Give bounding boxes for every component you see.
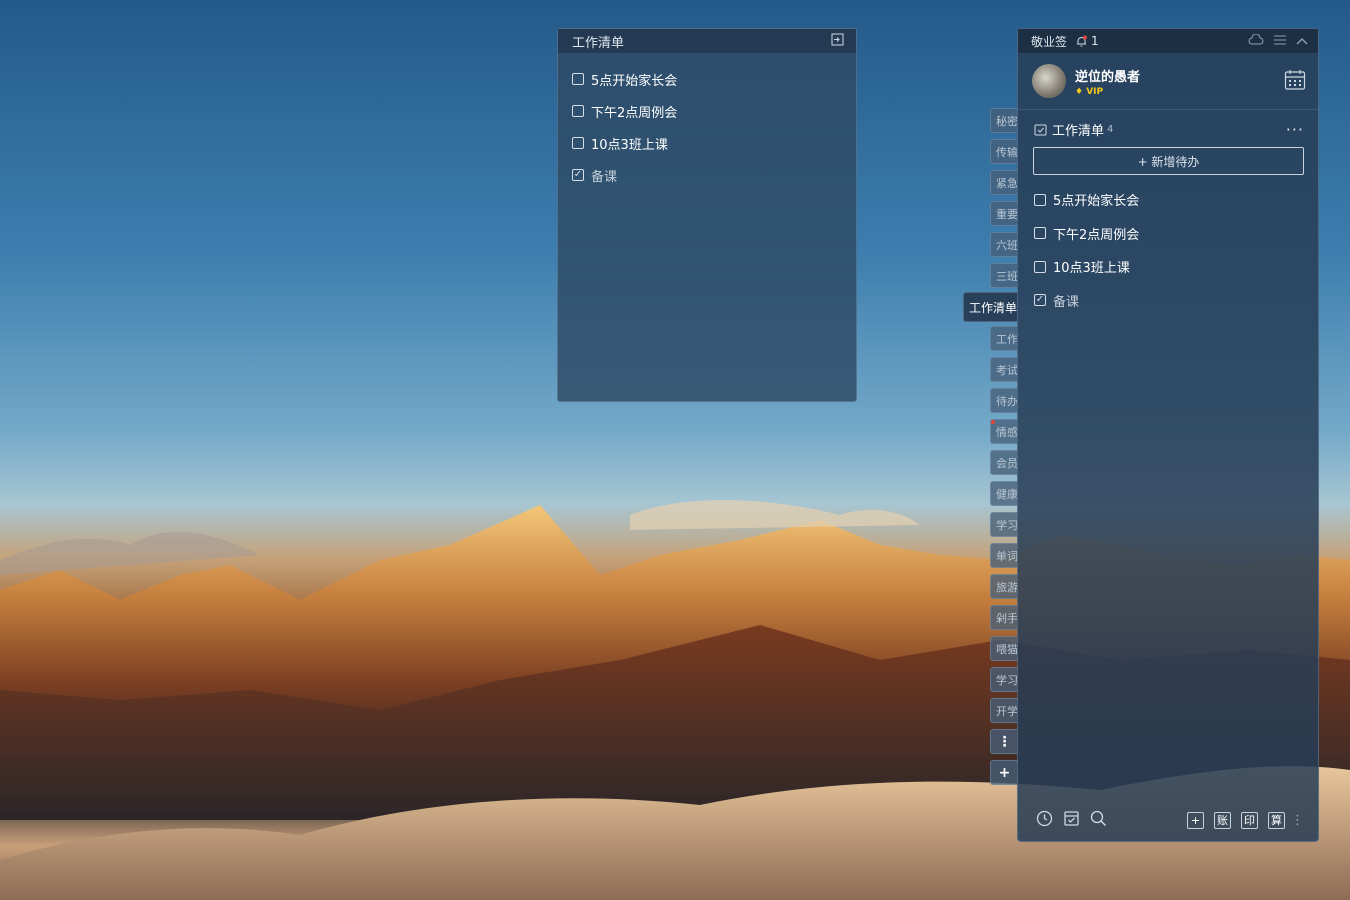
menu-icon[interactable] [1274,34,1286,48]
exit-icon[interactable] [831,33,844,50]
note-widget[interactable]: 工作清单 5点开始家长会 下午2点周例会 10点3班上课 ✓ 备课 [557,28,857,402]
note-todo-item[interactable]: 10点3班上课 [572,127,842,159]
tab-label: 情感 [996,426,1018,439]
avatar[interactable] [1032,64,1066,98]
tab-lvyou[interactable]: 旅游 [990,574,1018,599]
todo-text: 备课 [591,169,618,185]
list-title: 工作清单 [1052,124,1105,139]
ledger-button[interactable]: 账 [1214,811,1231,829]
tab-xuexi[interactable]: 学习 [990,512,1018,537]
diamond-icon: ♦ [1075,86,1084,97]
more-horizontal-icon[interactable]: ··· [1286,120,1304,139]
note-todo-item[interactable]: ✓ 备课 [572,159,842,191]
tab-gongzuo[interactable]: 工作 [990,326,1018,351]
checkbox-checked[interactable]: ✓ [1034,294,1046,307]
search-icon[interactable] [1090,810,1107,831]
todo-item[interactable]: 下午2点周例会 [1034,217,1302,251]
tab-huiyuan[interactable]: 会员 [990,450,1018,475]
tab-qinggan[interactable]: 情感 [990,419,1018,444]
note-todo-item[interactable]: 下午2点周例会 [572,95,842,127]
checkbox[interactable] [572,105,584,117]
panel-todo-list: 5点开始家长会 下午2点周例会 10点3班上课 ✓ 备课 [1018,183,1318,317]
note-header[interactable]: 工作清单 [558,29,856,53]
todo-text: 5点开始家长会 [1053,194,1140,210]
add-todo-button[interactable]: + 新增待办 [1033,147,1304,175]
note-title: 工作清单 [572,35,625,51]
tab-weimao[interactable]: 喂猫 [990,636,1018,661]
tab-sanban[interactable]: 三班 [990,263,1018,288]
checkbox[interactable] [1034,260,1046,273]
todo-text: 5点开始家长会 [591,73,678,89]
tab-kaixue[interactable]: 开学 [990,698,1018,723]
checkbox[interactable] [1034,227,1046,240]
calculator-button[interactable]: 算 [1268,811,1285,829]
todo-item[interactable]: 10点3班上课 [1034,250,1302,284]
checkbox[interactable] [572,73,584,85]
tab-jinji[interactable]: 紧急 [990,170,1018,195]
checkbox[interactable] [572,137,584,149]
tab-daiban[interactable]: 待办 [990,388,1018,413]
tab-chuanshu[interactable]: 传输 [990,139,1018,164]
bell-icon[interactable]: 1 [1075,34,1099,48]
list-header: 工作清单 4 ··· [1018,110,1318,143]
app-name: 敬业签 [1031,34,1068,49]
todo-item[interactable]: ✓ 备课 [1034,284,1302,318]
checkbox-checked[interactable]: ✓ [572,169,584,181]
panel-toolbar: + 账 印 算 ⋮ [1018,807,1318,833]
vip-badge: ♦ VIP [1075,87,1140,97]
chevron-up-icon[interactable] [1296,34,1308,48]
unread-dot [991,420,995,424]
todo-text: 备课 [1053,294,1080,310]
more-vertical-icon[interactable]: ⋮ [990,729,1018,754]
checkbox[interactable] [1034,193,1046,206]
user-row: 逆位的愚者 ♦ VIP [1018,53,1318,110]
print-button[interactable]: 印 [1241,811,1258,829]
tab-zhongyao[interactable]: 重要 [990,201,1018,226]
list-count: 4 [1107,124,1114,135]
todo-text: 下午2点周例会 [1053,227,1140,243]
tab-jiankang[interactable]: 健康 [990,481,1018,506]
tab-danci[interactable]: 单词 [990,543,1018,568]
tab-xuexi-2[interactable]: 学习 [990,667,1018,692]
todo-text: 下午2点周例会 [591,105,678,121]
todo-text: 10点3班上课 [1053,261,1130,277]
vip-label: VIP [1086,86,1104,97]
note-todo-item[interactable]: 5点开始家长会 [572,63,842,95]
note-todo-list: 5点开始家长会 下午2点周例会 10点3班上课 ✓ 备课 [558,53,856,201]
new-note-button[interactable]: + [1187,811,1204,829]
main-panel: 敬业签 1 逆位的愚者 ♦ VIP 工作清单 4 ··· + 新增待办 5点开始… [1017,28,1319,842]
more-vertical-icon[interactable]: ⋮ [1291,813,1304,828]
panel-titlebar[interactable]: 敬业签 1 [1018,29,1318,53]
todo-item[interactable]: 5点开始家长会 [1034,183,1302,217]
calendar-icon[interactable] [1284,69,1306,90]
tab-kaoshi[interactable]: 考试 [990,357,1018,382]
checklist-icon [1034,123,1047,136]
todo-text: 10点3班上课 [591,137,668,153]
notification-count: 1 [1091,34,1099,48]
username: 逆位的愚者 [1075,69,1141,85]
cloud-sync-icon[interactable] [1248,33,1264,49]
tab-duoshou[interactable]: 剁手 [990,605,1018,630]
tab-mimi[interactable]: 秘密 [990,108,1018,133]
tab-liuban[interactable]: 六班 [990,232,1018,257]
plus-icon[interactable]: + [990,760,1018,785]
tab-gongzuoqingdan-active[interactable]: 工作清单 [963,292,1018,322]
clock-icon[interactable] [1036,810,1053,831]
inbox-check-icon[interactable] [1063,810,1080,831]
